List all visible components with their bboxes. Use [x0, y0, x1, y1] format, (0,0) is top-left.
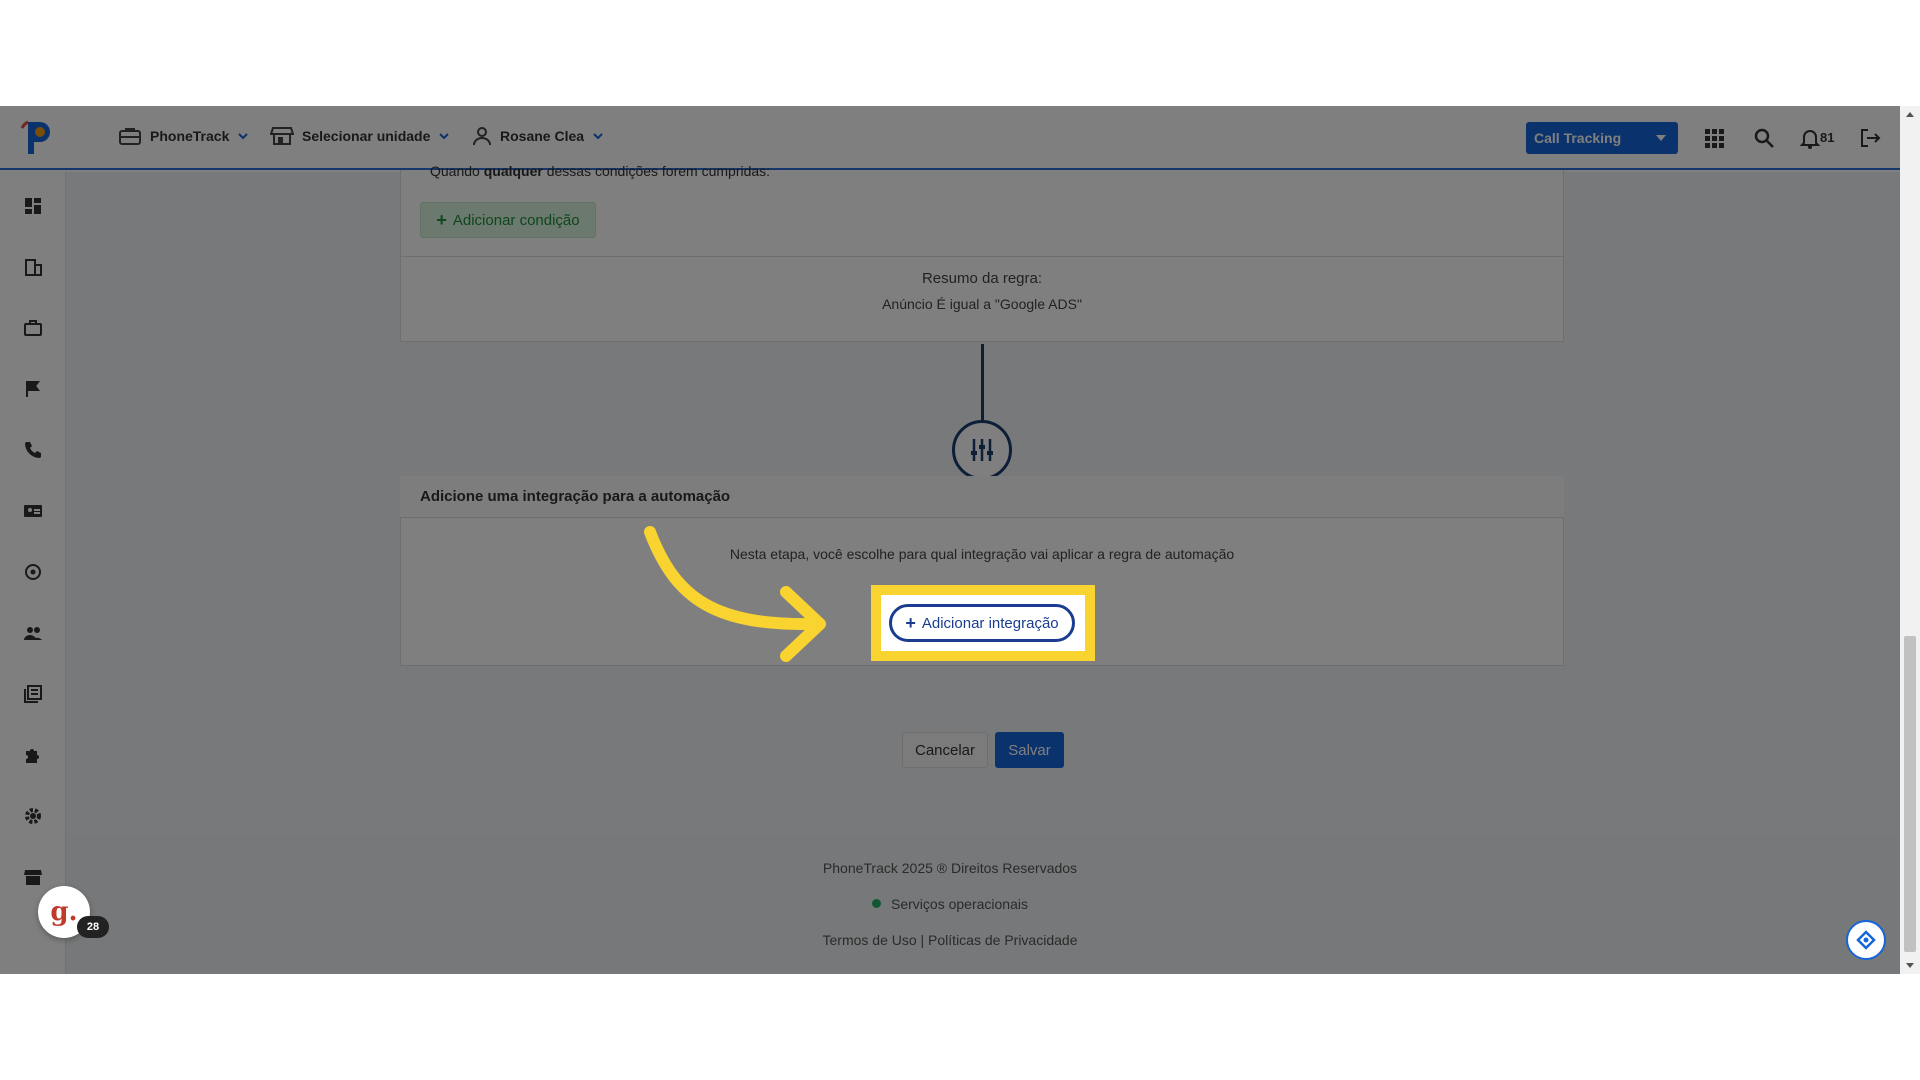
chat-badge: 28 [77, 916, 109, 938]
chat-logo: g. [50, 897, 78, 927]
plus-icon: + [436, 209, 447, 230]
status-dot [872, 899, 882, 908]
plus-icon: + [905, 612, 916, 633]
footer-status-label: Serviços operacionais [891, 896, 1028, 912]
sliders-icon [971, 439, 993, 461]
flow-connector [981, 344, 984, 422]
support-icon [1856, 930, 1876, 950]
cancel-button[interactable]: Cancelar [902, 732, 988, 768]
condition-suffix: dessas condições forem cumpridas: [542, 163, 771, 179]
add-condition-button[interactable]: + Adicionar condição [420, 202, 596, 238]
flow-node [952, 420, 1012, 480]
footer: PhoneTrack 2025 ® Direitos Reservados Se… [66, 836, 1900, 974]
integration-header: Adicione uma integração para a automação [400, 476, 1564, 518]
save-button[interactable]: Salvar [995, 732, 1064, 768]
condition-prefix: Quando [430, 163, 484, 179]
help-button[interactable] [1846, 920, 1886, 960]
summary-text: Anúncio É igual a "Google ADS" [882, 296, 1082, 312]
add-integration-label: Adicionar integração [921, 614, 1059, 632]
content-layer: Quando qualquer dessas condições forem c… [0, 0, 1920, 1080]
footer-links[interactable]: Termos de Uso | Políticas de Privacidade [66, 932, 1834, 948]
scroll-up-icon[interactable] [1906, 112, 1914, 117]
add-condition-label: Adicionar condição [452, 211, 580, 229]
summary-title: Resumo da regra: [921, 270, 1043, 287]
scroll-thumb[interactable] [1904, 636, 1916, 952]
footer-copyright: PhoneTrack 2025 ® Direitos Reservados [822, 860, 1078, 876]
pointer-arrow-icon [644, 526, 826, 662]
footer-status: Serviços operacionais [66, 896, 1834, 912]
add-integration-button[interactable]: + Adicionar integração [889, 604, 1075, 642]
condition-text: Quando qualquer dessas condições forem c… [430, 163, 770, 179]
page-scrollbar[interactable] [1900, 106, 1920, 974]
condition-bold: qualquer [483, 163, 543, 179]
divider [400, 256, 1564, 257]
integration-description: Nesta etapa, você escolhe para qual inte… [729, 546, 1235, 562]
scroll-down-icon[interactable] [1906, 963, 1914, 968]
